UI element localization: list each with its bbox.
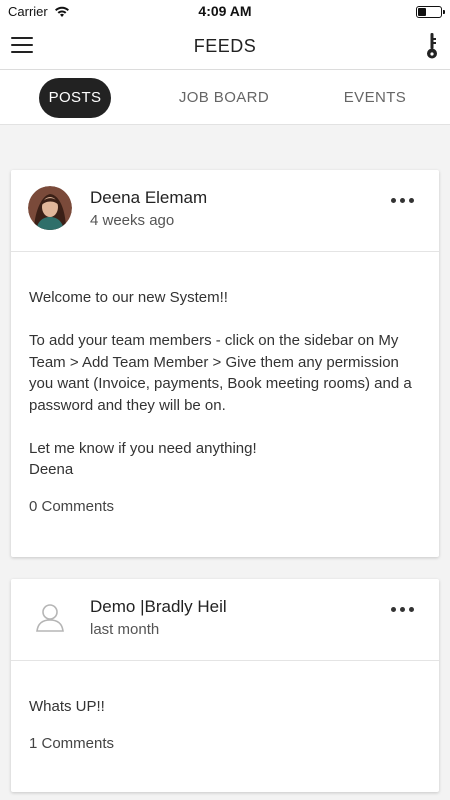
- avatar[interactable]: [28, 186, 72, 230]
- post-body: Welcome to our new System!! To add your …: [11, 252, 439, 481]
- post-time: last month: [90, 621, 160, 638]
- post-paragraph: Let me know if you need anything!: [29, 439, 257, 457]
- post-author[interactable]: Deena Elemam: [90, 188, 207, 208]
- user-placeholder-icon[interactable]: [28, 595, 72, 639]
- post-header: Deena Elemam 4 weeks ago: [11, 170, 439, 252]
- comments-link[interactable]: 1 Comments: [11, 735, 132, 752]
- status-bar: Carrier 4:09 AM: [0, 0, 450, 24]
- post-paragraph: Welcome to our new System!!: [29, 289, 228, 306]
- post-paragraph: Deena: [29, 461, 74, 478]
- more-options-icon[interactable]: [391, 601, 417, 617]
- tab-events[interactable]: EVENTS: [335, 78, 415, 118]
- comments-link[interactable]: 0 Comments: [11, 498, 132, 515]
- feed-tabs: POSTS JOB BOARD EVENTS: [0, 70, 450, 125]
- status-time: 4:09 AM: [198, 3, 252, 19]
- post-author[interactable]: Demo |Bradly Heil: [90, 597, 227, 617]
- tab-job-board[interactable]: JOB BOARD: [168, 78, 280, 118]
- post-time: 4 weeks ago: [90, 212, 175, 229]
- battery-icon: [416, 6, 445, 18]
- post-paragraph: To add your team members - click on the …: [29, 332, 412, 414]
- key-icon[interactable]: [424, 32, 440, 60]
- post-header: Demo |Bradly Heil last month: [11, 579, 439, 661]
- navigation-bar: FEEDS: [0, 24, 450, 70]
- page-title: FEEDS: [193, 36, 257, 56]
- post-card: Demo |Bradly Heil last month Whats UP!! …: [11, 579, 439, 792]
- post-body: Whats UP!!: [11, 661, 439, 718]
- post-card: Deena Elemam 4 weeks ago Welcome to our …: [11, 170, 439, 557]
- more-options-icon[interactable]: [391, 192, 417, 208]
- tab-posts[interactable]: POSTS: [39, 78, 111, 118]
- post-paragraph: Whats UP!!: [29, 698, 105, 715]
